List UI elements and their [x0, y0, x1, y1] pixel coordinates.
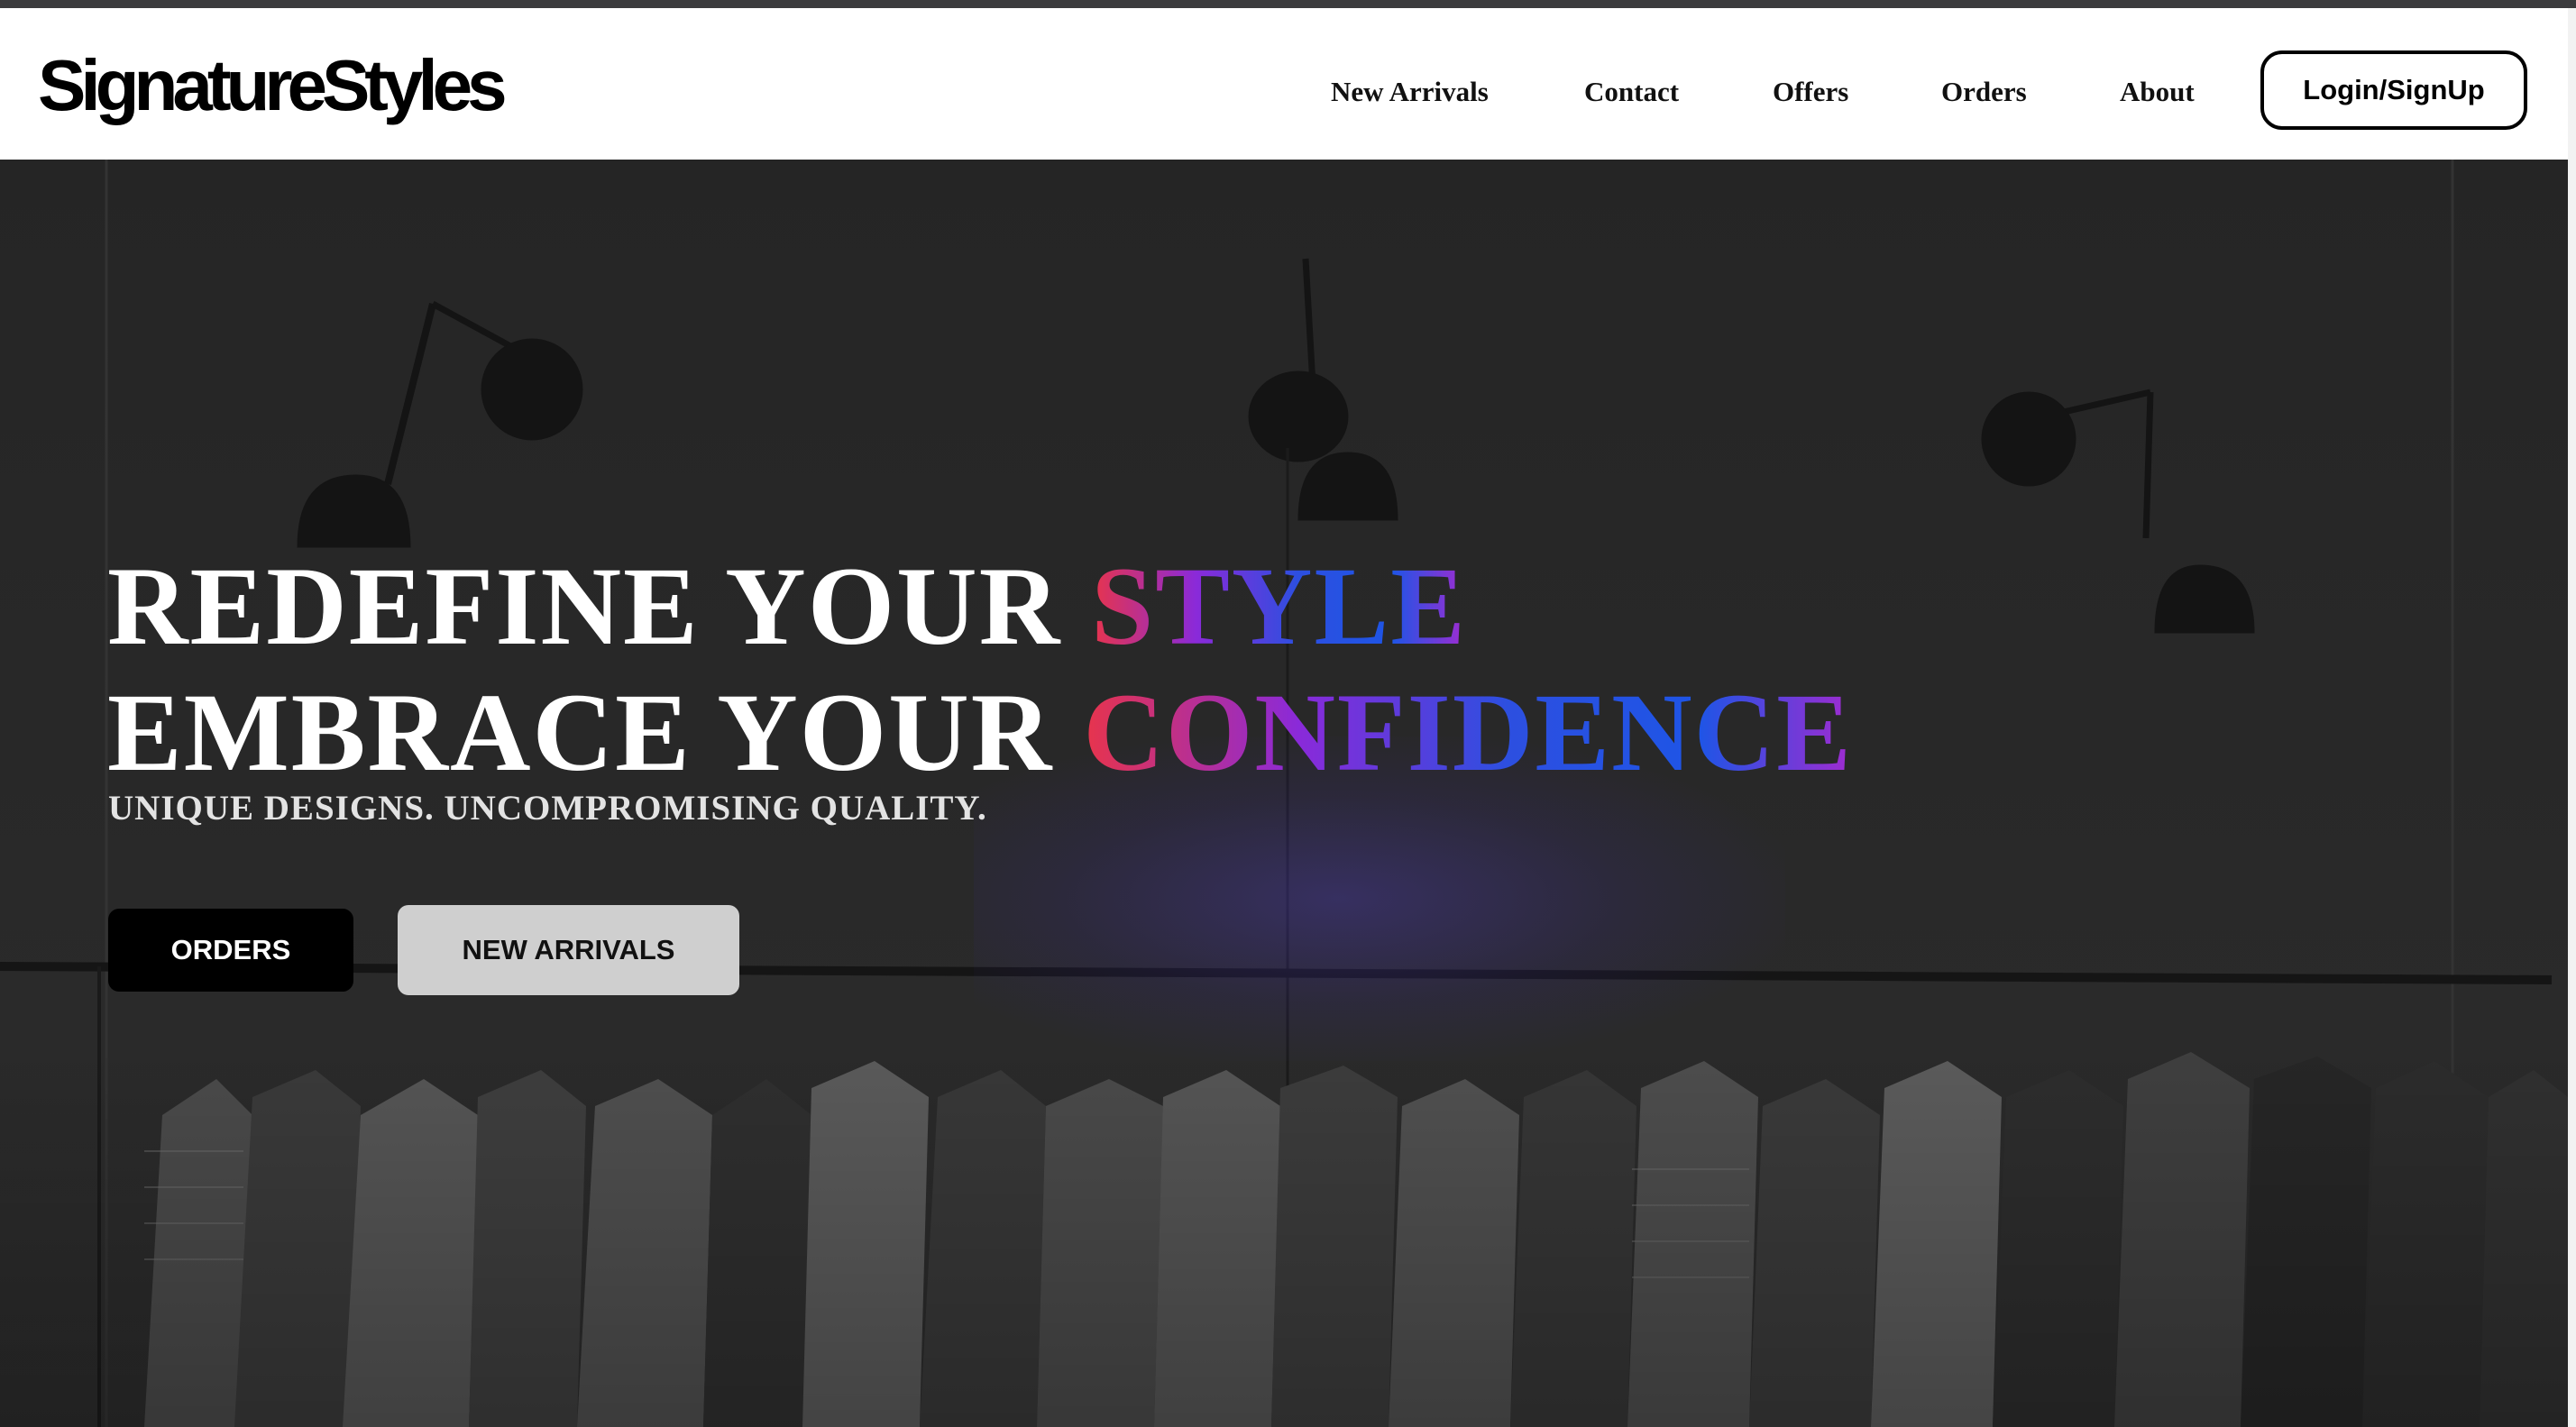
headline-line-1: REDEFINE YOUR STYLE [107, 544, 1853, 670]
headline-style-highlight: STYLE [1091, 544, 1467, 669]
headline-line-1-text: REDEFINE YOUR [107, 544, 1092, 669]
nav-link-about[interactable]: About [2120, 62, 2195, 122]
headline-confidence-highlight: CONFIDENCE [1083, 671, 1853, 795]
clothing-rack-icon [0, 1043, 2568, 1427]
hero-subtitle: UNIQUE DESIGNS. UNCOMPROMISING QUALITY. [108, 789, 987, 828]
nav-link-offers[interactable]: Offers [1773, 62, 1848, 122]
orders-button[interactable]: ORDERS [108, 909, 353, 992]
navbar: SignatureStyles New Arrivals Contact Off… [0, 8, 2568, 160]
page-scrollbar[interactable] [2568, 8, 2576, 1427]
login-signup-button[interactable]: Login/SignUp [2260, 50, 2527, 130]
nav-link-orders[interactable]: Orders [1941, 62, 2027, 122]
hero-headline: REDEFINE YOUR STYLE EMBRACE YOUR CONFIDE… [107, 544, 1853, 796]
brand-logo[interactable]: SignatureStyles [38, 41, 508, 131]
headline-line-2-text: EMBRACE YOUR [107, 671, 1084, 795]
page: SignatureStyles New Arrivals Contact Off… [0, 0, 2576, 1427]
new-arrivals-button[interactable]: NEW ARRIVALS [398, 905, 739, 995]
browser-top-edge [0, 0, 2576, 8]
headline-line-2: EMBRACE YOUR CONFIDENCE [107, 670, 1853, 796]
nav-link-contact[interactable]: Contact [1584, 62, 1679, 122]
nav-link-new-arrivals[interactable]: New Arrivals [1331, 62, 1489, 122]
